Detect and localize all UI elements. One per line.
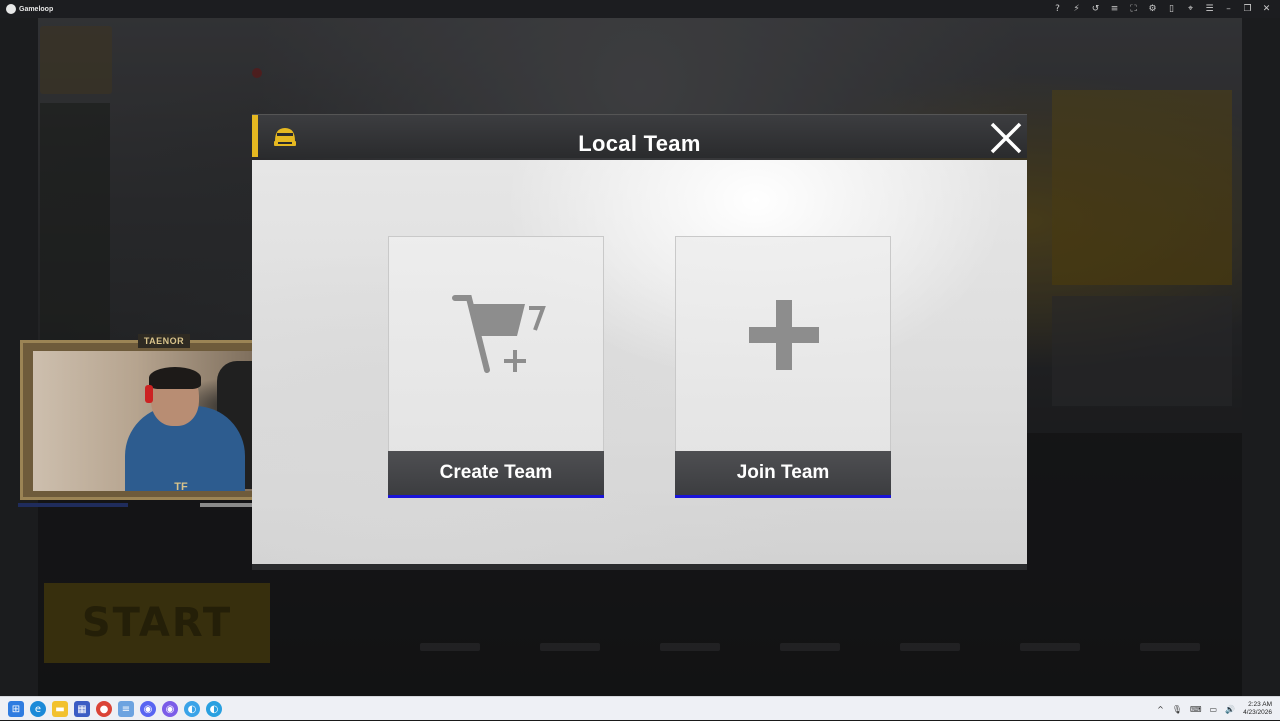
streamer-hair xyxy=(149,367,201,389)
app-title: Gameloop xyxy=(19,5,54,13)
webcam-logo: TF xyxy=(174,481,188,493)
cart-plus-icon xyxy=(452,295,546,373)
close-icon[interactable] xyxy=(986,119,1026,157)
minimize-icon[interactable]: – xyxy=(1223,4,1234,15)
dialog-header: Local Team xyxy=(252,114,1027,158)
create-team-footer: Create Team xyxy=(388,451,604,498)
clock-time: 2:23 AM xyxy=(1248,701,1272,708)
sidebar-icon[interactable]: ▯ xyxy=(1166,4,1177,15)
help-icon[interactable]: ? xyxy=(1052,4,1063,15)
taskbar-apps: ⊞ e ▬ ▦ ● ≡ ◉ ◉ ◐ ◐ xyxy=(8,701,222,717)
volume-icon[interactable]: 🔊 xyxy=(1225,705,1235,714)
headset-icon xyxy=(145,385,153,403)
discord-alt-icon[interactable]: ◉ xyxy=(162,701,178,717)
gameloop-icon[interactable]: ◐ xyxy=(184,701,200,717)
undo-icon[interactable]: ↺ xyxy=(1090,4,1101,15)
close-icon[interactable]: ✕ xyxy=(1261,4,1272,15)
fullscreen-icon[interactable]: ⛶ xyxy=(1128,4,1139,15)
card-icon-area xyxy=(676,292,892,392)
windows-start-icon[interactable]: ⊞ xyxy=(8,701,24,717)
restore-icon[interactable]: ❐ xyxy=(1242,4,1253,15)
list-icon[interactable]: ≡ xyxy=(1109,4,1120,15)
notepad-icon[interactable]: ≡ xyxy=(118,701,134,717)
store-icon[interactable]: ▦ xyxy=(74,701,90,717)
create-team-button[interactable]: Create Team xyxy=(388,236,604,498)
chrome-icon[interactable]: ● xyxy=(96,701,112,717)
lightning-icon[interactable]: ⚡ xyxy=(1071,4,1082,15)
menu-icon[interactable]: ☰ xyxy=(1204,4,1215,15)
microphone-icon[interactable]: 🎙 xyxy=(1172,705,1182,714)
edge-icon[interactable]: e xyxy=(30,701,46,717)
titlebar-controls: ? ⚡ ↺ ≡ ⛶ ⚙ ▯ ⌖ ☰ – ❐ ✕ xyxy=(1052,0,1272,18)
dialog-body: Create Team Join Team xyxy=(252,160,1027,564)
network-icon[interactable]: ▭ xyxy=(1210,705,1218,714)
join-team-button[interactable]: Join Team xyxy=(675,236,891,498)
local-team-dialog: Local Team Create Team Join Team xyxy=(252,114,1027,570)
join-team-footer: Join Team xyxy=(675,451,891,498)
windows-taskbar: ⊞ e ▬ ▦ ● ≡ ◉ ◉ ◐ ◐ ^ 🎙 ⌨ ▭ 🔊 2:23 AM 4/… xyxy=(0,696,1280,720)
system-tray: ^ 🎙 ⌨ ▭ 🔊 2:23 AM 4/23/2026 xyxy=(1157,697,1272,721)
file-explorer-icon[interactable]: ▬ xyxy=(52,701,68,717)
settings-icon[interactable]: ⚙ xyxy=(1147,4,1158,15)
pin-icon[interactable]: ⌖ xyxy=(1185,4,1196,15)
dialog-title: Local Team xyxy=(578,131,701,156)
webcam-tag: TAENOR xyxy=(138,334,190,348)
keyboard-icon[interactable]: ⌨ xyxy=(1190,705,1202,714)
window-titlebar: Gameloop ? ⚡ ↺ ≡ ⛶ ⚙ ▯ ⌖ ☰ – ❐ ✕ xyxy=(0,0,1280,18)
create-team-label: Create Team xyxy=(439,462,553,483)
dialog-bottom-edge xyxy=(252,564,1027,570)
plus-icon xyxy=(749,300,819,370)
join-team-label: Join Team xyxy=(736,462,830,483)
webcam-strip-left xyxy=(18,503,128,507)
clock-date: 4/23/2026 xyxy=(1243,709,1272,716)
gameloop-logo-icon xyxy=(6,4,16,14)
discord-icon[interactable]: ◉ xyxy=(140,701,156,717)
chevron-up-icon[interactable]: ^ xyxy=(1157,705,1164,714)
gameloop-active-icon[interactable]: ◐ xyxy=(206,701,222,717)
card-icon-area xyxy=(389,292,605,392)
system-clock[interactable]: 2:23 AM 4/23/2026 xyxy=(1243,701,1272,717)
